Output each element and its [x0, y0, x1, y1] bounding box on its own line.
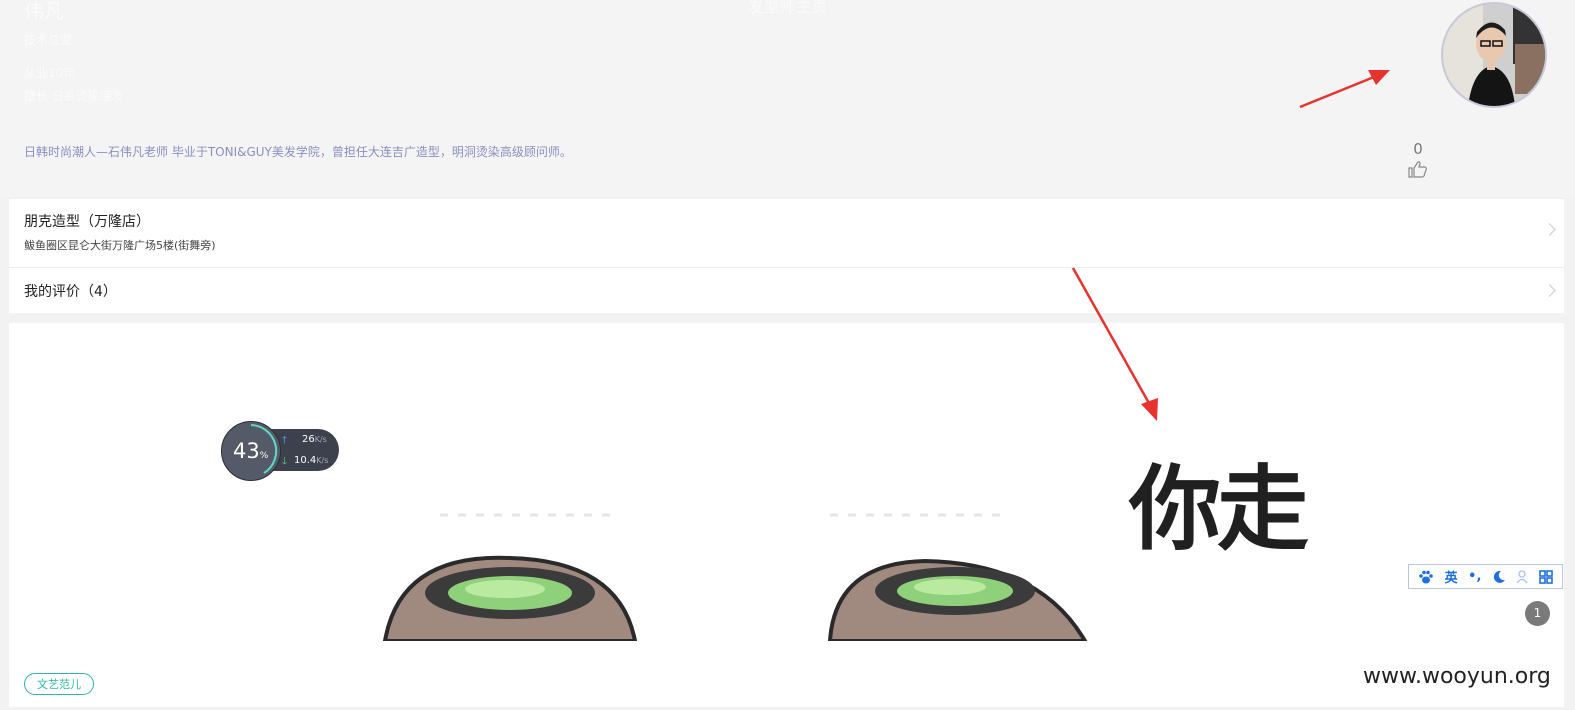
download-arrow-icon: 🡓	[282, 456, 288, 467]
store-row[interactable]: 朋克造型（万隆店） 鲅鱼圈区昆仑大街万隆广场5楼(街舞旁)	[9, 199, 1564, 268]
network-speed-widget[interactable]: 43% 🡑 26K/s 🡓 10.4K/s	[221, 421, 341, 481]
stylist-years: 从业10年	[24, 66, 76, 80]
meme-caption: 你走	[1129, 456, 1309, 563]
reviews-row[interactable]: 我的评价（4）	[9, 268, 1564, 313]
post-card: 你走 文艺范儿	[9, 323, 1564, 707]
stylist-name: 伟凡	[24, 0, 64, 23]
punctuation-icon[interactable]: •,	[1468, 569, 1481, 584]
usage-percent: 43%	[233, 439, 269, 463]
post-image[interactable]	[380, 433, 1140, 641]
ime-toolbar: 英 •,	[1408, 564, 1563, 589]
avatar[interactable]	[1441, 2, 1547, 108]
paw-icon[interactable]	[1418, 570, 1434, 584]
tag-chip[interactable]: 文艺范儿	[24, 673, 94, 695]
grid-icon[interactable]	[1538, 569, 1553, 584]
avatar-photo	[1443, 4, 1545, 106]
upload-speed: 26K/s	[302, 434, 327, 445]
page-badge[interactable]: 1	[1525, 601, 1550, 626]
watermark: www.wooyun.org	[1363, 664, 1551, 689]
stylist-specialty: 擅长 日系烫染接发	[24, 89, 124, 103]
thumbs-up-icon[interactable]	[1408, 160, 1428, 178]
page-title: 发型师主页	[747, 0, 828, 16]
reviews-label: 我的评价（4）	[24, 284, 117, 300]
upload-arrow-icon: 🡑	[282, 435, 288, 446]
user-icon[interactable]	[1516, 569, 1528, 584]
profile-header: 发型师主页 伟凡 技术总监 从业10年 擅长 日系烫染接发 日韩时尚潮人—石伟凡…	[0, 0, 1575, 197]
store-address: 鲅鱼圈区昆仑大街万隆广场5楼(街舞旁)	[24, 239, 216, 252]
chevron-right-icon	[1543, 284, 1556, 297]
chevron-right-icon	[1543, 223, 1556, 236]
store-name: 朋克造型（万隆店）	[24, 214, 150, 230]
ime-lang-toggle[interactable]: 英	[1445, 567, 1458, 586]
stylist-role: 技术总监	[24, 33, 73, 47]
stylist-bio: 日韩时尚潮人—石伟凡老师 毕业于TONI&GUY美发学院，曾担任大连吉广造型，明…	[24, 145, 572, 159]
moon-icon[interactable]	[1492, 570, 1506, 584]
like-count: 0	[1413, 140, 1423, 158]
download-speed: 10.4K/s	[294, 455, 329, 466]
